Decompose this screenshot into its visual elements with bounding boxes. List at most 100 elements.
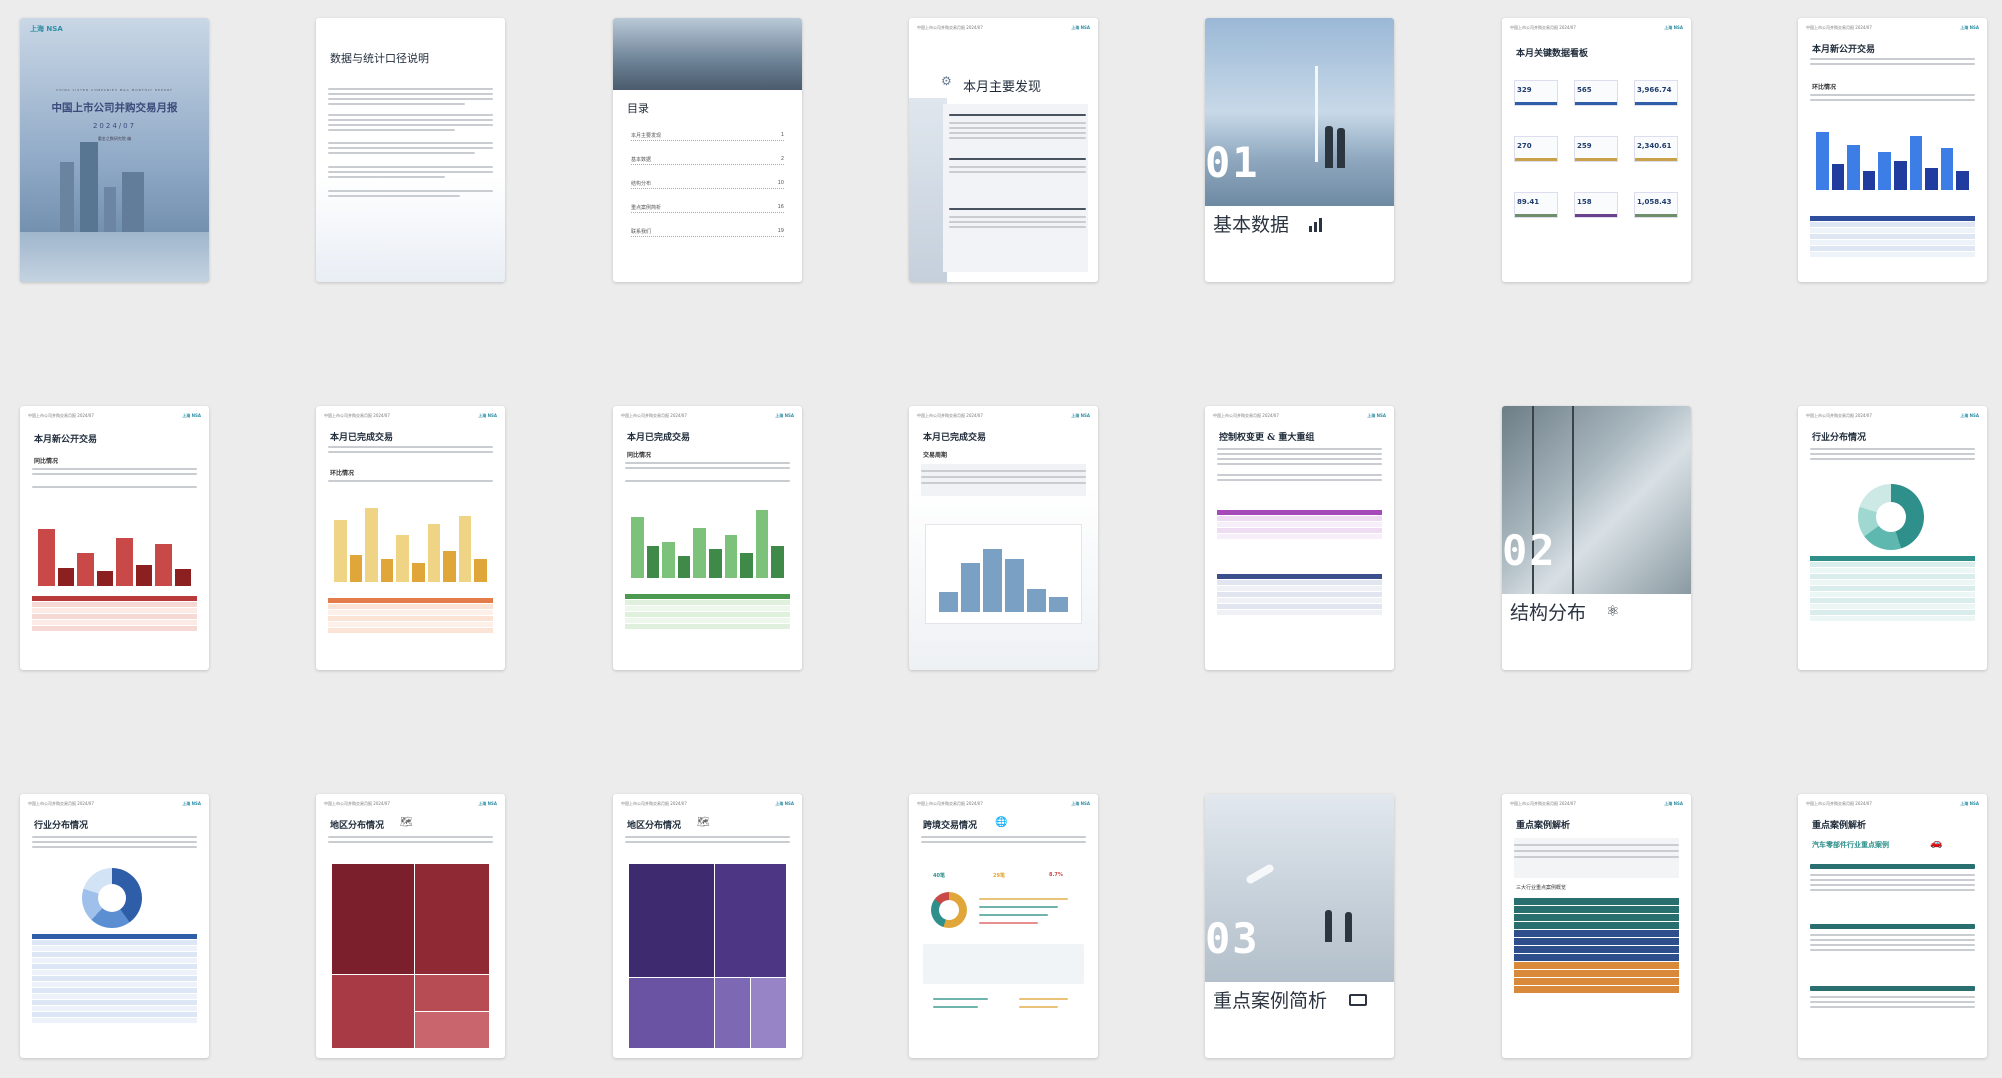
case-heading-bar bbox=[1810, 924, 1975, 929]
bar-chart bbox=[939, 546, 1068, 612]
data-table bbox=[328, 598, 493, 634]
chart-bar bbox=[1893, 161, 1907, 190]
text-line bbox=[328, 176, 445, 178]
toc-item[interactable]: 本月主要发现 1 bbox=[631, 132, 784, 141]
page-header: 中国上市公司并购交易月报 2024/07 上海 NSA bbox=[1806, 25, 1979, 30]
page-title: 本月已完成交易 bbox=[923, 433, 987, 443]
chart-bar bbox=[174, 569, 191, 586]
text-line bbox=[1217, 448, 1382, 450]
text-line bbox=[1810, 949, 1975, 951]
text-line bbox=[921, 470, 1086, 472]
page-title: 本月新公开交易 bbox=[1812, 45, 1876, 55]
page-subtitle: 环比情况 bbox=[1812, 84, 1837, 91]
page-header: 中国上市公司并购交易月报 2024/07 上海 NSA bbox=[917, 801, 1090, 806]
page-thumbnail-deal-cycle[interactable]: 中国上市公司并购交易月报 2024/07 上海 NSA 本月已完成交易 交易周期 bbox=[909, 406, 1098, 670]
page-thumbnail-section-03[interactable]: 03 重点案例简析 bbox=[1205, 794, 1394, 1058]
cover-tagline: CHINA LISTED COMPANIES M&A MONTHLY REPOR… bbox=[56, 88, 173, 92]
section-number: 03 bbox=[1205, 914, 1260, 963]
treemap-cell bbox=[629, 977, 715, 1048]
text-line bbox=[949, 171, 1086, 173]
text-line bbox=[32, 473, 197, 475]
page-thumbnail-kpi-dashboard[interactable]: 中国上市公司并购交易月报 2024/07 上海 NSA 本月关键数据看板 329 … bbox=[1502, 18, 1691, 282]
page-thumbnail-section-01[interactable]: 01 基本数据 bbox=[1205, 18, 1394, 282]
toc-item[interactable]: 基本数据 2 bbox=[631, 156, 784, 165]
chart-bar bbox=[1909, 135, 1923, 190]
figure-silhouette bbox=[1325, 910, 1332, 942]
progress-bar bbox=[979, 922, 1038, 924]
toc-item-label: 联系我们 bbox=[631, 229, 652, 235]
page-thumbnail-auto-parts-case[interactable]: 中国上市公司并购交易月报 2024/07 上海 NSA 重点案例解析 汽车零部件行… bbox=[1798, 794, 1987, 1058]
text-line bbox=[1810, 934, 1975, 936]
text-line bbox=[328, 841, 493, 843]
bar-chart bbox=[38, 526, 191, 586]
text-line bbox=[921, 476, 1086, 478]
text-line bbox=[328, 98, 493, 100]
text-line bbox=[328, 152, 475, 154]
toc-item[interactable]: 结构分布 10 bbox=[631, 180, 784, 189]
page-thumbnail-cases-overview[interactable]: 中国上市公司并购交易月报 2024/07 上海 NSA 重点案例解析 三大行业重点… bbox=[1502, 794, 1691, 1058]
text-line bbox=[921, 836, 1086, 838]
page-thumbnail-completed-mom[interactable]: 中国上市公司并购交易月报 2024/07 上海 NSA 本月已完成交易 环比情况 bbox=[316, 406, 505, 670]
page-thumbnail-industry-1[interactable]: 中国上市公司并购交易月报 2024/07 上海 NSA 行业分布情况 bbox=[1798, 406, 1987, 670]
chart-bar bbox=[380, 558, 394, 582]
chart-bar bbox=[396, 535, 409, 582]
data-table bbox=[1810, 556, 1975, 622]
text-line bbox=[625, 462, 790, 464]
text-line bbox=[1514, 844, 1679, 846]
text-line bbox=[949, 114, 1086, 116]
chart-bar bbox=[349, 554, 363, 582]
chart-bar bbox=[427, 523, 441, 582]
page-thumbnail-region-2[interactable]: 中国上市公司并购交易月报 2024/07 上海 NSA 地区分布情况 🗺 bbox=[613, 794, 802, 1058]
toc-item[interactable]: 重点案例简析 16 bbox=[631, 204, 784, 213]
page-header: 中国上市公司并购交易月报 2024/07 上海 NSA bbox=[917, 413, 1090, 418]
text-line bbox=[1217, 474, 1382, 476]
page-thumbnail-section-02[interactable]: 02 结构分布 ⚛ bbox=[1502, 406, 1691, 670]
data-table bbox=[1810, 216, 1975, 258]
text-line bbox=[1810, 996, 1975, 998]
chart-bar bbox=[1862, 170, 1876, 190]
chart-bar bbox=[135, 565, 152, 586]
text-line bbox=[1810, 99, 1975, 101]
data-table bbox=[32, 934, 197, 1024]
bar-chart bbox=[631, 506, 784, 578]
section-title: 基本数据 bbox=[1213, 214, 1290, 236]
text-line bbox=[1810, 458, 1975, 460]
kpi-card: 270 bbox=[1514, 136, 1558, 162]
chart-bar bbox=[474, 558, 487, 582]
page-thumbnail-key-findings[interactable]: 中国上市公司并购交易月报 2024/07 上海 NSA ⚙ 本月主要发现 bbox=[909, 18, 1098, 282]
kpi-card: 565 bbox=[1574, 80, 1618, 106]
chart-bar bbox=[961, 562, 980, 612]
page-title: 行业分布情况 bbox=[34, 821, 89, 831]
section-title: 结构分布 bbox=[1510, 602, 1587, 624]
treemap-cell bbox=[414, 974, 489, 1011]
map-icon: 🗺 bbox=[400, 817, 413, 828]
chart-bar bbox=[38, 529, 55, 586]
page-thumbnail-new-deals-mom[interactable]: 中国上市公司并购交易月报 2024/07 上海 NSA 本月新公开交易 环比情况 bbox=[1798, 18, 1987, 282]
page-thumbnail-cross-border[interactable]: 中国上市公司并购交易月报 2024/07 上海 NSA 跨境交易情况 🌐 40笔 … bbox=[909, 794, 1098, 1058]
page-thumbnail-data-notes[interactable]: 数据与统计口径说明 bbox=[316, 18, 505, 282]
page-thumbnail-toc[interactable]: 目录 本月主要发现 1 基本数据 2 结构分布 10 重点案例简析 16 联系我们 19 bbox=[613, 18, 802, 282]
page-thumbnail-cover[interactable]: 上海 NSA CHINA LISTED COMPANIES M&A MONTHL… bbox=[20, 18, 209, 282]
chart-bar bbox=[365, 507, 378, 582]
text-line bbox=[1810, 939, 1975, 941]
text-line bbox=[921, 482, 1086, 484]
text-line bbox=[328, 142, 493, 144]
page-thumbnail-control-change[interactable]: 中国上市公司并购交易月报 2024/07 上海 NSA 控制权变更 & 重大重组 bbox=[1205, 406, 1394, 670]
toc-item[interactable]: 联系我们 19 bbox=[631, 228, 784, 237]
page-title: 重点案例解析 bbox=[1516, 821, 1571, 831]
text-line bbox=[949, 226, 1086, 228]
stat-value: 8.7% bbox=[1049, 872, 1063, 878]
page-title: 本月已完成交易 bbox=[330, 433, 394, 443]
text-line bbox=[1810, 944, 1975, 946]
text-line bbox=[1810, 884, 1975, 886]
page-thumbnail-completed-yoy[interactable]: 中国上市公司并购交易月报 2024/07 上海 NSA 本月已完成交易 同比情况 bbox=[613, 406, 802, 670]
text-line bbox=[1217, 479, 1382, 481]
page-thumbnail-new-deals-yoy[interactable]: 中国上市公司并购交易月报 2024/07 上海 NSA 本月新公开交易 同比情况 bbox=[20, 406, 209, 670]
chart-bar bbox=[1049, 597, 1068, 612]
page-thumbnail-industry-2[interactable]: 中国上市公司并购交易月报 2024/07 上海 NSA 行业分布情况 bbox=[20, 794, 209, 1058]
page-subtitle: 同比情况 bbox=[34, 458, 59, 465]
text-line bbox=[1514, 856, 1679, 858]
progress-bar bbox=[933, 998, 988, 1000]
page-thumbnail-region-1[interactable]: 中国上市公司并购交易月报 2024/07 上海 NSA 地区分布情况 🗺 bbox=[316, 794, 505, 1058]
donut-hole bbox=[98, 884, 126, 912]
